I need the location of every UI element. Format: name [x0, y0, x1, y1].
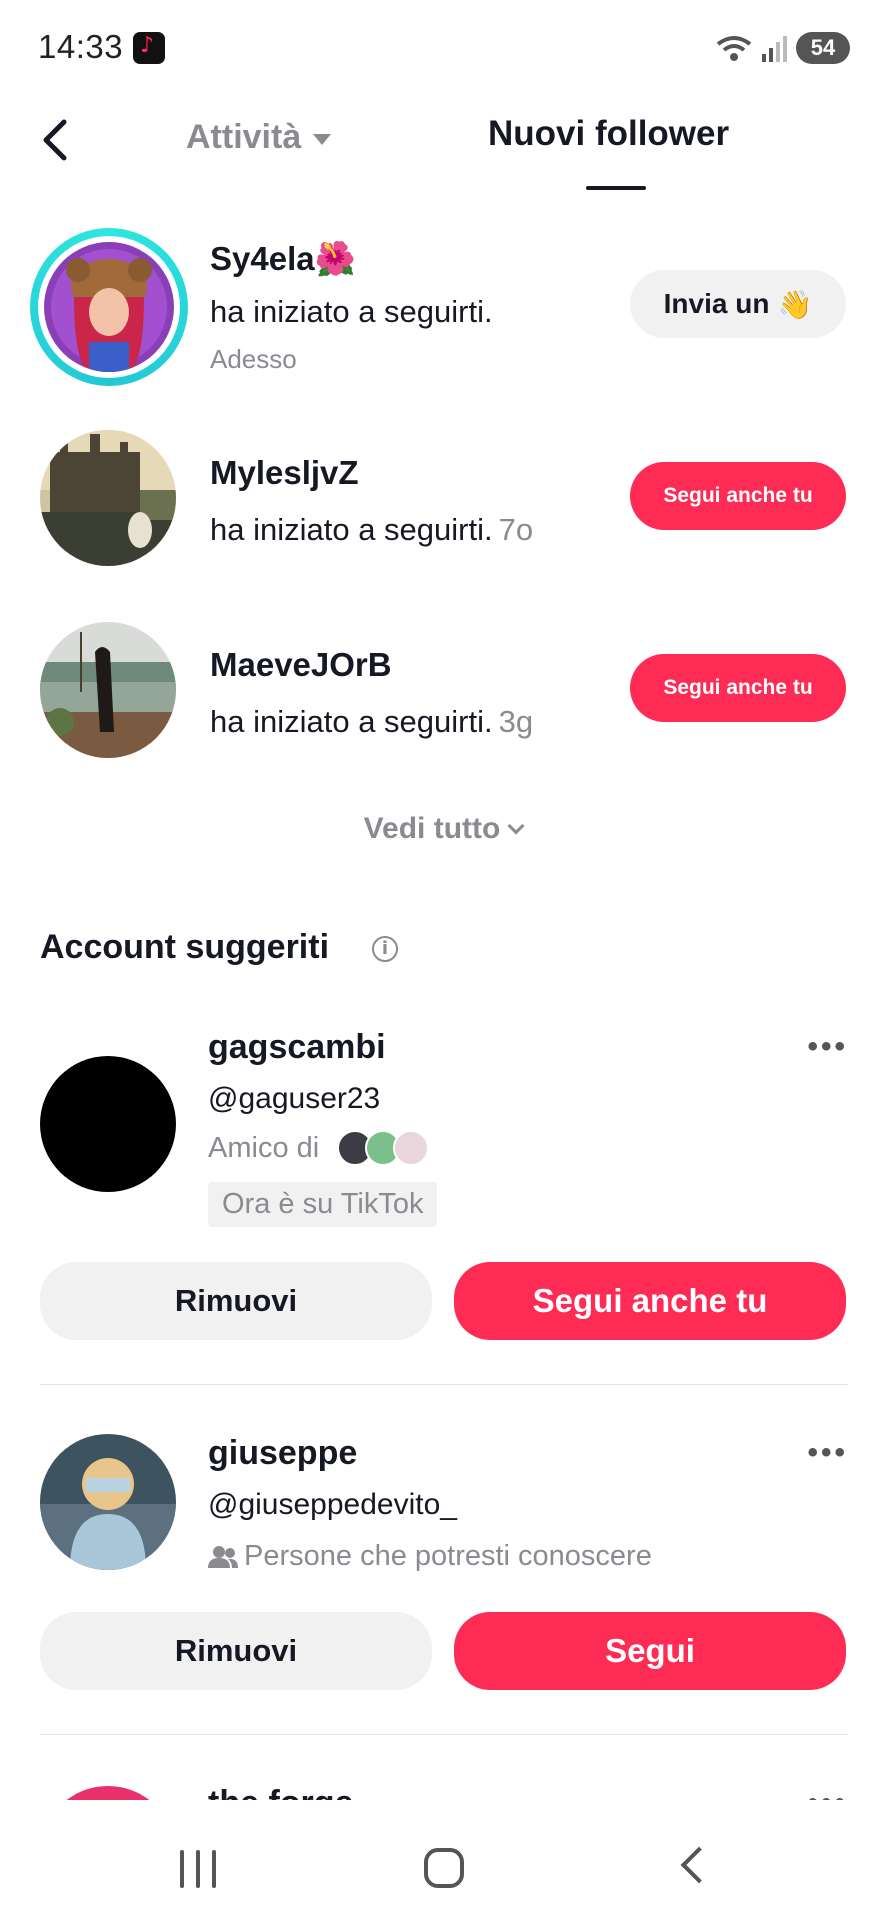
suggested-handle: @gaguser23 [208, 1082, 381, 1115]
avatar[interactable] [40, 1786, 176, 1800]
status-time: 14:33 [38, 28, 124, 65]
suggested-handle: @giuseppedevito_ [208, 1488, 457, 1521]
divider [40, 1384, 848, 1385]
follower-time: 7o [498, 512, 534, 547]
friend-avatar [393, 1130, 430, 1166]
tab-new-followers[interactable]: Nuovi follower [488, 114, 729, 154]
follow-back-button[interactable]: Segui anche tu [630, 654, 846, 722]
caret-down-icon [313, 134, 332, 145]
info-icon[interactable]: i [372, 936, 398, 962]
back-nav-icon[interactable] [680, 1846, 718, 1884]
suggested-name[interactable]: the forge [208, 1784, 353, 1800]
avatar[interactable] [40, 1056, 176, 1192]
suggestion-reason: Persone che potresti conoscere [208, 1540, 652, 1573]
follower-name[interactable]: MaeveJOrB [210, 646, 392, 684]
follower-text: ha iniziato a seguirti. 7o [210, 512, 534, 547]
more-options-icon[interactable]: ••• [807, 1436, 848, 1470]
follower-time: Adesso [210, 344, 297, 374]
status-bar: 14:33 54 [0, 0, 886, 92]
active-tab-indicator [586, 186, 646, 190]
hibiscus-emoji: 🌺 [314, 240, 356, 277]
tiktok-notification-icon [133, 32, 165, 64]
suggested-row-partial: the forge ••• [0, 1760, 886, 1800]
more-options-icon[interactable]: ••• [807, 1786, 848, 1800]
suggested-name[interactable]: giuseppe [208, 1434, 357, 1473]
follower-time: 3g [498, 704, 534, 739]
wave-emoji: 👋 [777, 288, 813, 320]
avatar[interactable] [40, 622, 176, 758]
follower-name[interactable]: Sy4ela🌺 [210, 240, 356, 279]
back-arrow-icon[interactable] [30, 112, 86, 168]
remove-button[interactable]: Rimuovi [40, 1262, 432, 1340]
remove-button[interactable]: Rimuovi [40, 1612, 432, 1690]
battery-indicator: 54 [796, 32, 850, 64]
chevron-down-icon [507, 817, 525, 835]
status-badge: Ora è su TikTok [208, 1182, 438, 1227]
system-nav-bar [0, 1800, 886, 1920]
follow-button[interactable]: Segui [454, 1612, 846, 1690]
wifi-icon [716, 36, 752, 61]
follower-row[interactable]: Sy4ela🌺 ha iniziato a seguirti. Adesso I… [0, 228, 886, 386]
send-wave-button[interactable]: Invia un 👋 [630, 270, 846, 338]
follow-back-button[interactable]: Segui anche tu [454, 1262, 846, 1340]
tab-activity[interactable]: Attività [186, 118, 332, 157]
follow-back-button[interactable]: Segui anche tu [630, 462, 846, 530]
follower-text: ha iniziato a seguirti. 3g [210, 704, 534, 739]
signal-icon [762, 36, 787, 62]
follower-row[interactable]: MaeveJOrB ha iniziato a seguirti. 3g Segu… [0, 622, 886, 772]
header: Attività Nuovi follower [0, 100, 886, 200]
avatar[interactable] [44, 242, 174, 372]
follower-name[interactable]: MylesljvZ [210, 454, 359, 492]
section-title: Account suggeriti [40, 928, 330, 966]
see-all-link[interactable]: Vedi tutto [0, 812, 886, 846]
avatar[interactable] [40, 430, 176, 566]
tab-activity-label: Attività [186, 118, 302, 156]
home-icon[interactable] [424, 1848, 464, 1888]
mutual-friends: Amico di [208, 1130, 430, 1166]
follower-text: ha iniziato a seguirti. [210, 294, 493, 329]
people-icon [208, 1545, 238, 1568]
suggested-name[interactable]: gagscambi [208, 1028, 386, 1067]
follower-row[interactable]: MylesljvZ ha iniziato a seguirti. 7o Segu… [0, 430, 886, 580]
avatar[interactable] [40, 1434, 176, 1570]
status-icons: 54 [714, 30, 850, 66]
more-options-icon[interactable]: ••• [807, 1030, 848, 1064]
divider [40, 1734, 848, 1735]
recent-apps-icon[interactable] [180, 1850, 216, 1888]
